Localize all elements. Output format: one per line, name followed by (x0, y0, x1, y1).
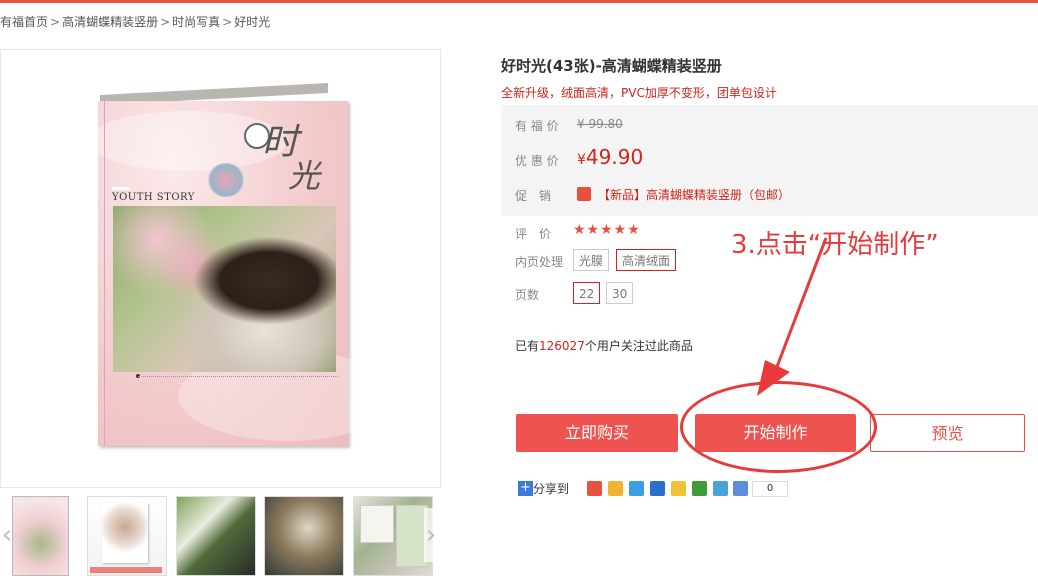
buy-now-button[interactable]: 立即购买 (516, 414, 678, 452)
thumbnail-3[interactable] (176, 496, 256, 576)
share-plus-icon[interactable]: + (518, 481, 533, 496)
album-spine (104, 101, 105, 446)
annotation-text: 3.点击“开始制作” (731, 230, 939, 260)
top-accent-line (0, 0, 1038, 3)
thumbnail-page (360, 505, 394, 543)
kaixin-icon[interactable] (713, 481, 728, 496)
breadcrumb-sep: > (50, 15, 61, 29)
product-title: 好时光(43张)-高清蝴蝶精装竖册 (501, 57, 722, 75)
email-icon[interactable] (733, 481, 748, 496)
breadcrumb-sep: > (160, 15, 171, 29)
price-value: 49.90 (585, 145, 644, 169)
price-sale: ¥49.90 (577, 145, 643, 169)
preview-button[interactable]: 预览 (870, 414, 1025, 452)
chevron-right-icon[interactable]: › (424, 508, 438, 562)
price-orig: ¥ 99.80 (577, 117, 623, 131)
share-count: 0 (752, 481, 788, 497)
tencent-weibo-icon[interactable] (671, 481, 686, 496)
inner-option-gloss[interactable]: 光膜 (573, 249, 610, 271)
cover-bar (112, 187, 130, 190)
thumbnail-strip: ‹ › (0, 494, 440, 576)
qq-icon[interactable] (608, 481, 623, 496)
rating-label: 评 价 (515, 227, 552, 241)
breadcrumb-sep: > (222, 15, 233, 29)
cover-photo (113, 206, 336, 372)
album-cover: 时 光 YOUTH STORY (88, 101, 398, 446)
cover-title-2: 光 (288, 157, 321, 195)
douban-icon[interactable] (692, 481, 707, 496)
rating-stars: ★★★★★ (573, 222, 641, 238)
thumbnail-album (102, 503, 148, 563)
pages-label: 页数 (515, 288, 540, 302)
share-label[interactable]: 分享到 (533, 482, 569, 496)
pages-option-30[interactable]: 30 (606, 282, 634, 304)
weibo-icon[interactable] (587, 481, 602, 496)
annotation-ellipse (680, 381, 877, 473)
thumbnail-1[interactable] (12, 496, 69, 576)
cover-caption-line (138, 376, 338, 381)
inner-label: 内页处理 (515, 255, 564, 269)
promo-text[interactable]: 【新品】高清蝴蝶精装竖册（包邮） (598, 186, 790, 203)
followers-count: 126027 (539, 339, 585, 353)
main-product-image[interactable]: 时 光 YOUTH STORY (0, 49, 441, 488)
price-label-orig: 有 福 价 (515, 119, 559, 133)
promo-tag-icon (577, 187, 591, 201)
price-label-sale: 优 惠 价 (515, 154, 559, 168)
inner-option-velvet[interactable]: 高清绒面 (616, 249, 677, 271)
thumbnail-2[interactable] (87, 496, 167, 576)
renren-icon[interactable] (650, 481, 665, 496)
followers-text: 已有126027个用户关注过此商品 (515, 337, 693, 354)
breadcrumb: 有福首页 > 高清蝴蝶精装竖册 > 时尚写真 > 好时光 (0, 13, 270, 30)
thumbnail-bar (90, 567, 162, 573)
share-bar: + 分享到 (518, 480, 569, 500)
thumbnail-5[interactable] (353, 496, 433, 576)
pages-option-22[interactable]: 22 (573, 282, 601, 304)
qzone-icon[interactable] (629, 481, 644, 496)
product-subtitle: 全新升级，绒面高清，PVC加厚不变形，团单包设计 (501, 86, 777, 100)
cover-text-en: YOUTH STORY (112, 192, 195, 203)
breadcrumb-home[interactable]: 有福首页 (0, 13, 48, 30)
breadcrumb-current: 好时光 (234, 15, 271, 29)
thumbnail-4[interactable] (264, 496, 344, 576)
promo-label: 促 销 (515, 189, 552, 203)
breadcrumb-category[interactable]: 高清蝴蝶精装竖册 (62, 13, 158, 30)
album-cover-image: 时 光 YOUTH STORY (88, 83, 398, 446)
flower-decoration (206, 163, 246, 197)
followers-suffix: 个用户关注过此商品 (584, 339, 693, 353)
breadcrumb-subcategory[interactable]: 时尚写真 (172, 13, 220, 30)
price-currency: ¥ (577, 152, 586, 168)
followers-prefix: 已有 (515, 339, 540, 353)
